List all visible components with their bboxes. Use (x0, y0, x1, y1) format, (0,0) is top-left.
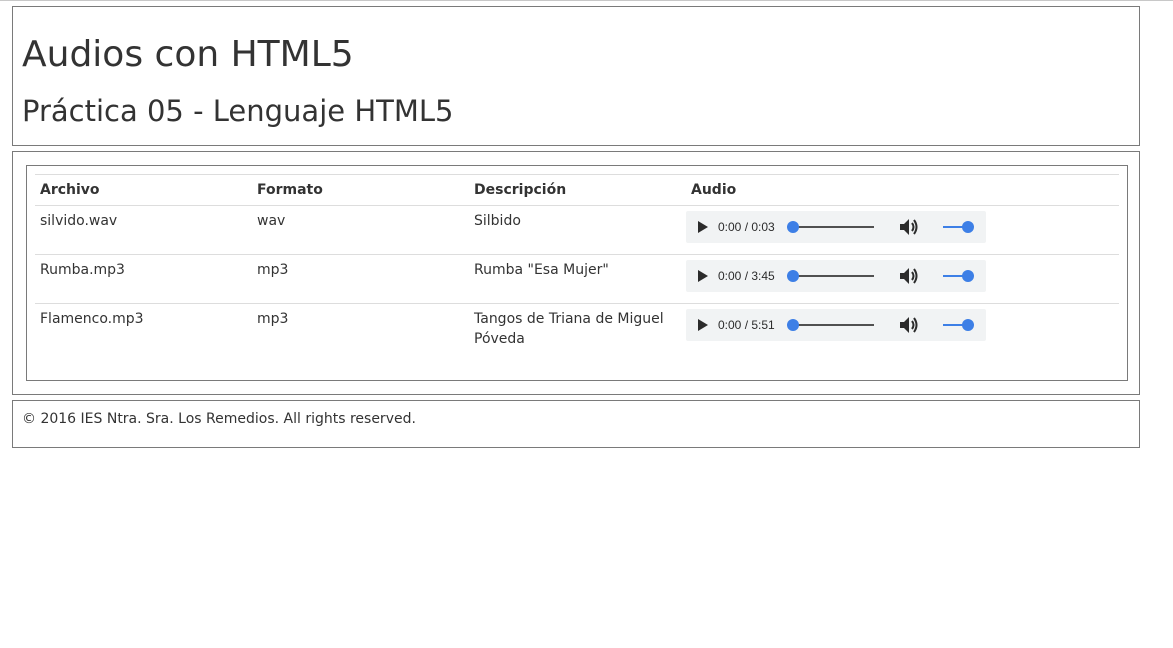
cell-archivo: Flamenco.mp3 (35, 303, 252, 352)
cell-audio: 0:00 / 5:51 (686, 303, 1119, 352)
main-section: Archivo Formato Descripción Audio silvid… (12, 151, 1140, 395)
volume-handle[interactable] (962, 270, 974, 282)
time-display: 0:00 / 0:03 (718, 220, 775, 234)
seek-track[interactable] (792, 324, 874, 326)
time-display: 0:00 / 3:45 (718, 269, 775, 283)
audio-player[interactable]: 0:00 / 3:45 (686, 260, 986, 292)
page-footer: © 2016 IES Ntra. Sra. Los Remedios. All … (12, 400, 1140, 448)
volume-icon[interactable] (899, 218, 919, 236)
cell-archivo: Rumba.mp3 (35, 254, 252, 304)
play-icon[interactable] (698, 221, 708, 233)
time-display: 0:00 / 5:51 (718, 318, 775, 332)
seek-handle[interactable] (787, 221, 799, 233)
cell-audio: 0:00 / 3:45 (686, 254, 1119, 304)
column-header-formato: Formato (252, 174, 469, 206)
play-icon[interactable] (698, 319, 708, 331)
volume-icon[interactable] (899, 267, 919, 285)
table-row: Rumba.mp3 mp3 Rumba "Esa Mujer" 0:00 / 3… (35, 254, 1119, 304)
cell-descripcion: Tangos de Triana de Miguel Póveda (469, 303, 686, 352)
top-divider (0, 0, 1173, 1)
audio-player[interactable]: 0:00 / 5:51 (686, 309, 986, 341)
cell-descripcion: Silbido (469, 205, 686, 255)
page-title: Audios con HTML5 (22, 34, 354, 75)
play-icon[interactable] (698, 270, 708, 282)
cell-formato: mp3 (252, 303, 469, 352)
cell-descripcion: Rumba "Esa Mujer" (469, 254, 686, 304)
cell-audio: 0:00 / 0:03 (686, 205, 1119, 255)
seek-handle[interactable] (787, 270, 799, 282)
cell-archivo: silvido.wav (35, 205, 252, 255)
audio-table: Archivo Formato Descripción Audio silvid… (35, 174, 1119, 352)
table-container: Archivo Formato Descripción Audio silvid… (26, 165, 1128, 381)
volume-handle[interactable] (962, 221, 974, 233)
table-header-row: Archivo Formato Descripción Audio (35, 174, 1119, 206)
page-header: Audios con HTML5 Práctica 05 - Lenguaje … (12, 6, 1140, 146)
column-header-audio: Audio (686, 174, 1119, 206)
copyright-text: © 2016 IES Ntra. Sra. Los Remedios. All … (22, 411, 416, 427)
volume-icon[interactable] (899, 316, 919, 334)
column-header-archivo: Archivo (35, 174, 252, 206)
column-header-descripcion: Descripción (469, 174, 686, 206)
cell-formato: mp3 (252, 254, 469, 304)
volume-handle[interactable] (962, 319, 974, 331)
table-row: silvido.wav wav Silbido 0:00 / 0:03 (35, 205, 1119, 255)
cell-formato: wav (252, 205, 469, 255)
seek-track[interactable] (792, 275, 874, 277)
seek-handle[interactable] (787, 319, 799, 331)
page-subtitle: Práctica 05 - Lenguaje HTML5 (22, 94, 454, 128)
table-row: Flamenco.mp3 mp3 Tangos de Triana de Mig… (35, 303, 1119, 352)
audio-player[interactable]: 0:00 / 0:03 (686, 211, 986, 243)
seek-track[interactable] (792, 226, 874, 228)
